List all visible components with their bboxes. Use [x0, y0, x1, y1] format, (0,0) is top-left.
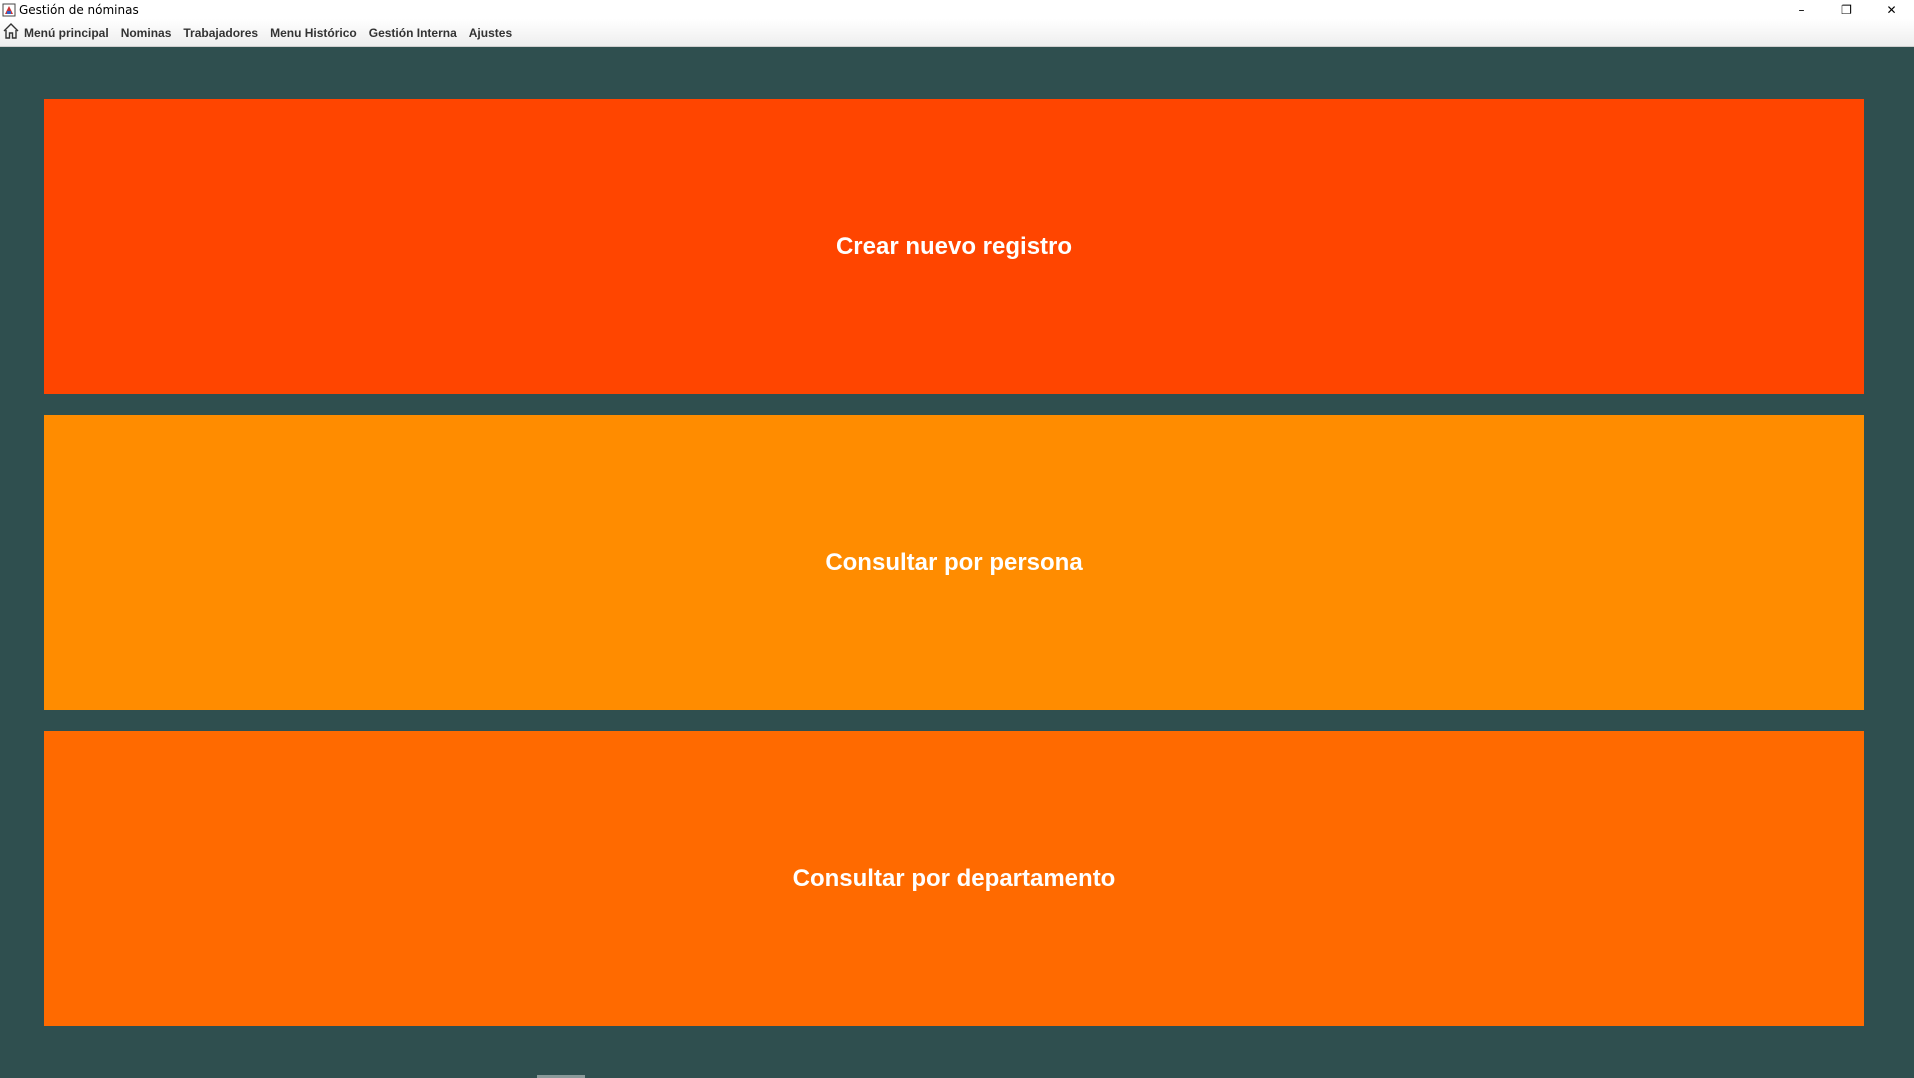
query-by-person-button[interactable]: Consultar por persona — [44, 415, 1864, 710]
window-controls: – ❐ ✕ — [1779, 0, 1914, 19]
menu-item-nominas[interactable]: Nominas — [115, 19, 178, 46]
window-title: Gestión de nóminas — [19, 2, 139, 17]
app-icon — [2, 3, 16, 17]
button-label: Consultar por departamento — [792, 864, 1116, 892]
home-icon — [2, 22, 24, 43]
close-button[interactable]: ✕ — [1869, 0, 1914, 19]
menu-item-label: Ajustes — [468, 25, 513, 40]
menu-item-label: Menu Histórico — [270, 25, 357, 40]
menu-item-label: Trabajadores — [183, 25, 259, 40]
menu-item-gestion-interna[interactable]: Gestión Interna — [363, 19, 463, 46]
menu-item-menu-historico[interactable]: Menu Histórico — [264, 19, 363, 46]
menu-item-trabajadores[interactable]: Trabajadores — [177, 19, 264, 46]
window-titlebar: Gestión de nóminas – ❐ ✕ — [0, 0, 1914, 19]
menu-item-label: Menú principal — [24, 25, 109, 40]
button-label: Crear nuevo registro — [835, 232, 1073, 260]
menubar: Menú principal Nominas Trabajadores Menu… — [0, 19, 1914, 47]
menu-item-label: Gestión Interna — [368, 25, 457, 40]
main-content: Crear nuevo registro Consultar por perso… — [0, 47, 1914, 1078]
menu-item-label: Nominas — [120, 25, 172, 40]
query-by-department-button[interactable]: Consultar por departamento — [44, 731, 1864, 1026]
button-label: Consultar por persona — [825, 548, 1083, 576]
menu-item-ajustes[interactable]: Ajustes — [463, 19, 518, 46]
menu-item-menu-principal[interactable]: Menú principal — [0, 19, 115, 46]
restore-button[interactable]: ❐ — [1824, 0, 1869, 19]
minimize-button[interactable]: – — [1779, 0, 1824, 19]
create-new-record-button[interactable]: Crear nuevo registro — [44, 99, 1864, 394]
